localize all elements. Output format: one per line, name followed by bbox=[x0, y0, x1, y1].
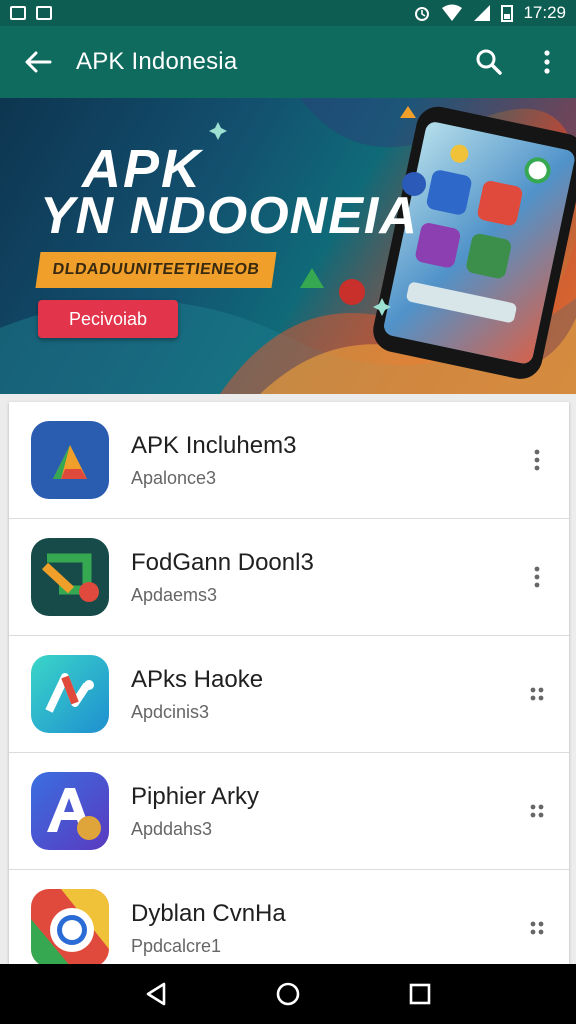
search-button[interactable] bbox=[460, 26, 518, 98]
item-menu-button[interactable] bbox=[519, 670, 555, 718]
teal-a-icon bbox=[31, 655, 109, 733]
app-name: APks Haoke bbox=[131, 665, 264, 693]
item-menu-button[interactable] bbox=[519, 553, 555, 601]
app-bar: APK Indonesia bbox=[0, 26, 576, 98]
overflow-menu-button[interactable] bbox=[518, 26, 576, 98]
list-item[interactable]: Dyblan CvnHa Ppdcalcre1 bbox=[9, 870, 569, 964]
list-item[interactable]: APK Incluhem3 Apalonce3 bbox=[9, 402, 569, 519]
app-name: Dyblan CvnHa bbox=[131, 899, 286, 927]
wifi-icon bbox=[442, 4, 463, 21]
nav-home-icon bbox=[276, 982, 300, 1006]
notification-icon bbox=[10, 6, 26, 20]
app-subtitle: Apddahs3 bbox=[131, 818, 213, 839]
list-item[interactable]: Piphier Arky Apddahs3 bbox=[9, 753, 569, 870]
app-subtitle: Ppdcalcre1 bbox=[131, 935, 222, 956]
more-vert-icon bbox=[534, 566, 540, 588]
nav-back-icon bbox=[146, 982, 166, 1006]
item-menu-button[interactable] bbox=[519, 904, 555, 952]
more-vert-icon bbox=[534, 449, 540, 471]
list-item[interactable]: FodGann Doonl3 Apdaems3 bbox=[9, 519, 569, 636]
image-notification-icon bbox=[36, 6, 52, 20]
system-indicators: 17:29 bbox=[413, 3, 566, 23]
list-item[interactable]: APks Haoke Apdcinis3 bbox=[9, 636, 569, 753]
blue-a-icon bbox=[31, 772, 109, 850]
app-name: APK Incluhem3 bbox=[131, 431, 297, 459]
more-grid-icon bbox=[530, 687, 544, 701]
nav-home-button[interactable] bbox=[256, 964, 320, 1024]
nav-back-button[interactable] bbox=[124, 964, 188, 1024]
app-subtitle: Apdaems3 bbox=[131, 584, 218, 605]
app-name: FodGann Doonl3 bbox=[131, 548, 314, 576]
back-button[interactable] bbox=[0, 26, 76, 98]
app-subtitle: Apdcinis3 bbox=[131, 701, 210, 722]
banner-title-line2: YN NDOONEIA bbox=[40, 187, 418, 245]
status-bar: 17:29 bbox=[0, 0, 576, 26]
more-vert-icon bbox=[544, 50, 550, 74]
system-nav-bar bbox=[0, 964, 576, 1024]
back-arrow-icon bbox=[25, 51, 52, 73]
app-subtitle: Apalonce3 bbox=[131, 467, 217, 488]
chrome-ring-icon bbox=[31, 889, 109, 964]
signal-icon bbox=[474, 5, 491, 21]
alarm-icon bbox=[415, 7, 430, 21]
status-time: 17:29 bbox=[523, 3, 566, 22]
notification-icons bbox=[10, 6, 52, 20]
app-title: APK Indonesia bbox=[76, 48, 238, 75]
app-name: Piphier Arky bbox=[131, 782, 260, 810]
item-menu-button[interactable] bbox=[519, 436, 555, 484]
banner-ribbon: DLDADUUNITEETIENEOB bbox=[35, 252, 277, 288]
banner-button[interactable]: Pecivoiab bbox=[38, 300, 178, 338]
more-grid-icon bbox=[530, 921, 544, 935]
nav-recents-button[interactable] bbox=[388, 964, 452, 1024]
drive-triangle-icon bbox=[31, 421, 109, 499]
nav-recents-icon bbox=[409, 983, 431, 1005]
search-icon bbox=[476, 49, 502, 75]
app-list: APK Incluhem3 Apalonce3 FodGann Doonl3 A… bbox=[9, 402, 569, 964]
more-grid-icon bbox=[530, 804, 544, 818]
item-menu-button[interactable] bbox=[519, 787, 555, 835]
green-arrow-icon bbox=[31, 538, 109, 616]
battery-icon bbox=[501, 5, 514, 22]
promo-banner[interactable]: APK YN NDOONEIA DLDADUUNITEETIENEOB Peci… bbox=[0, 98, 576, 394]
